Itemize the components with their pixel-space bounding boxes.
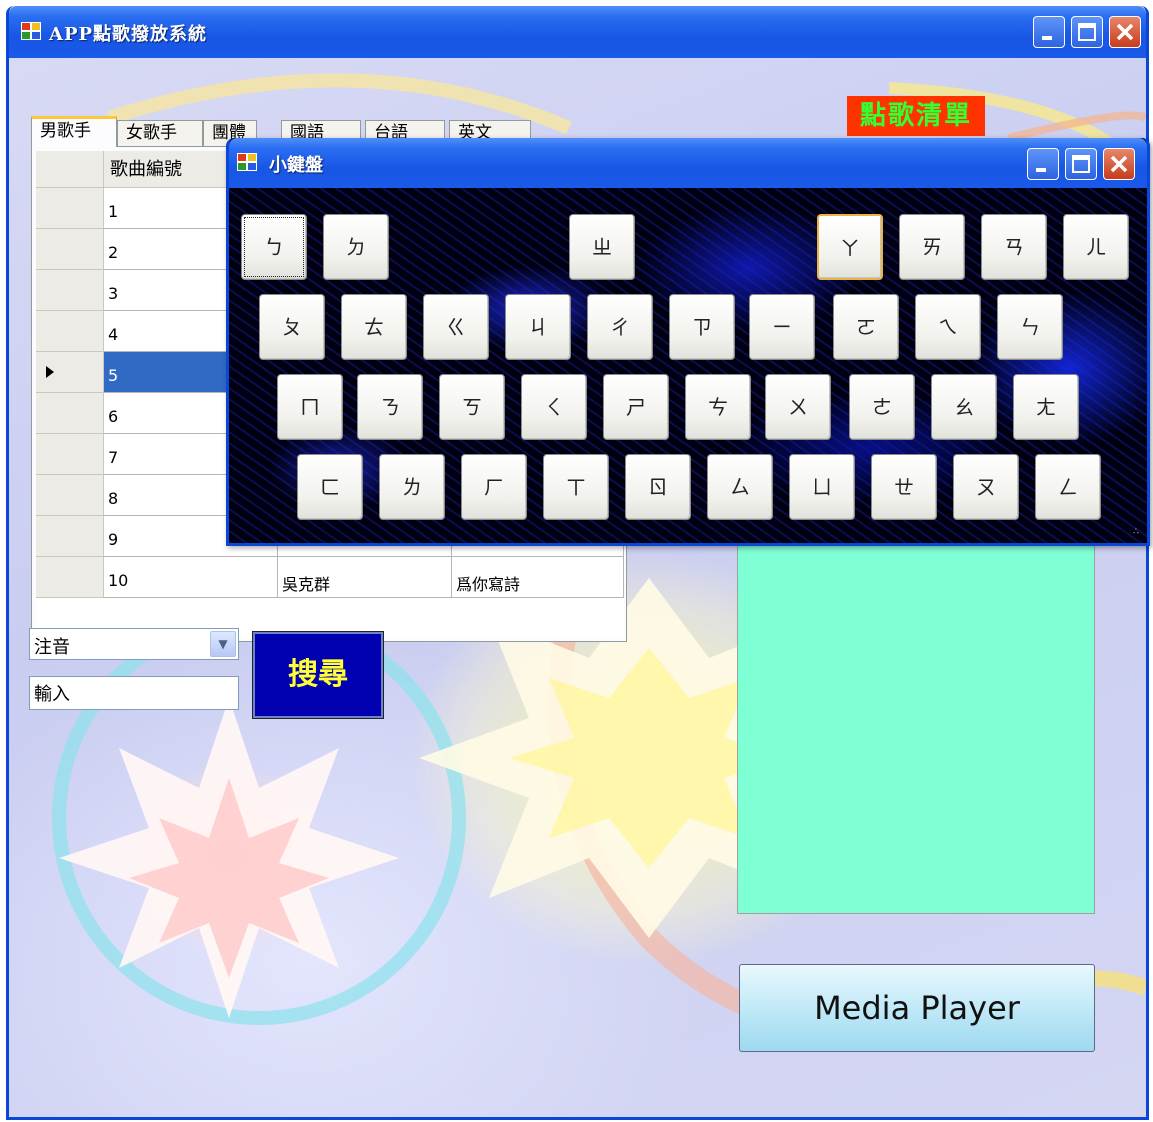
playlist-title: 點歌清單	[847, 96, 985, 136]
key-button[interactable]: ㄚ	[817, 214, 883, 280]
app-icon	[21, 22, 41, 40]
keyboard-maximize-button[interactable]	[1065, 148, 1097, 180]
row-pointer-icon[interactable]	[36, 352, 104, 393]
maximize-button[interactable]	[1071, 16, 1103, 48]
key-button[interactable]: ㄉ	[323, 214, 389, 280]
key-button[interactable]: ㄌ	[379, 454, 445, 520]
main-titlebar[interactable]: APP點歌撥放系統	[9, 6, 1146, 58]
key-button[interactable]: ㄑ	[521, 374, 587, 440]
key-button[interactable]: ㄕ	[603, 374, 669, 440]
close-icon	[1110, 155, 1128, 173]
minimize-icon	[1042, 36, 1052, 40]
row-header[interactable]	[36, 475, 104, 516]
tab-female-singer[interactable]: 女歌手	[117, 120, 203, 146]
row-header[interactable]	[36, 188, 104, 229]
minimize-icon	[1036, 168, 1046, 172]
key-button[interactable]: ㄢ	[981, 214, 1047, 280]
key-button[interactable]: ㄏ	[461, 454, 527, 520]
key-button[interactable]: ㄙ	[707, 454, 773, 520]
key-button[interactable]: ㄆ	[259, 294, 325, 360]
dropdown-arrow-icon[interactable]: ▼	[210, 631, 236, 657]
key-button[interactable]: ㄠ	[931, 374, 997, 440]
key-button[interactable]: ㄎ	[439, 374, 505, 440]
key-button[interactable]: ㄊ	[341, 294, 407, 360]
table-cell[interactable]: 爲你寫詩	[452, 557, 624, 598]
key-button[interactable]: ㄍ	[423, 294, 489, 360]
key-button[interactable]: ㄖ	[625, 454, 691, 520]
media-player-button[interactable]: Media Player	[739, 964, 1095, 1052]
keyboard-window: 小鍵盤 ㄅㄉ ㄓ ㄚㄞㄢㄦㄆㄊㄍㄐㄔㄗㄧㄛㄟㄣㄇㄋㄎㄑㄕㄘㄨㄜㄠㄤㄈㄌㄏㄒㄖㄙㄩㄝㄡ…	[226, 138, 1150, 546]
close-icon	[1116, 23, 1134, 41]
tab-male-singer[interactable]: 男歌手	[31, 116, 117, 147]
key-button[interactable]: ㄩ	[789, 454, 855, 520]
key-button[interactable]: ㄧ	[749, 294, 815, 360]
search-mode-select[interactable]: 注音 ▼	[29, 628, 239, 660]
key-button[interactable]: ㄓ	[569, 214, 635, 280]
key-button[interactable]: ㄤ	[1013, 374, 1079, 440]
table-cell[interactable]: 10	[104, 557, 278, 598]
key-button[interactable]: ㄥ	[1035, 454, 1101, 520]
grid-corner-header	[36, 151, 104, 188]
key-button[interactable]: ㄋ	[357, 374, 423, 440]
maximize-icon	[1072, 155, 1090, 173]
minimize-button[interactable]	[1033, 16, 1065, 48]
key-button[interactable]: ㄦ	[1063, 214, 1129, 280]
window-title: APP點歌撥放系統	[49, 24, 208, 45]
key-button[interactable]: ㄞ	[899, 214, 965, 280]
key-button[interactable]: ㄈ	[297, 454, 363, 520]
key-button[interactable]: ㄔ	[587, 294, 653, 360]
keyboard-title: 小鍵盤	[269, 155, 323, 176]
key-button[interactable]: ㄨ	[765, 374, 831, 440]
row-header[interactable]	[36, 311, 104, 352]
row-header[interactable]	[36, 270, 104, 311]
playlist-box[interactable]	[737, 538, 1095, 914]
row-header[interactable]	[36, 557, 104, 598]
key-button[interactable]: ㄝ	[871, 454, 937, 520]
table-cell[interactable]: 吳克群	[278, 557, 452, 598]
key-button[interactable]: ㄡ	[953, 454, 1019, 520]
keyboard-close-button[interactable]	[1103, 148, 1135, 180]
key-button[interactable]: ㄅ	[241, 214, 307, 280]
key-button[interactable]: ㄘ	[685, 374, 751, 440]
key-button[interactable]: ㄇ	[277, 374, 343, 440]
key-button[interactable]: ㄐ	[505, 294, 571, 360]
key-button[interactable]: ㄣ	[997, 294, 1063, 360]
key-button[interactable]: ㄗ	[669, 294, 735, 360]
row-header[interactable]	[36, 393, 104, 434]
search-button[interactable]: 搜尋	[252, 631, 384, 719]
search-mode-value: 注音	[34, 637, 70, 658]
row-header[interactable]	[36, 229, 104, 270]
keyboard-minimize-button[interactable]	[1027, 148, 1059, 180]
resize-grip-icon[interactable]: ∴	[1133, 528, 1145, 541]
key-button[interactable]: ㄟ	[915, 294, 981, 360]
row-header[interactable]	[36, 516, 104, 557]
keyboard-body: ㄅㄉ ㄓ ㄚㄞㄢㄦㄆㄊㄍㄐㄔㄗㄧㄛㄟㄣㄇㄋㄎㄑㄕㄘㄨㄜㄠㄤㄈㄌㄏㄒㄖㄙㄩㄝㄡㄥ ∴	[229, 188, 1147, 543]
close-button[interactable]	[1109, 16, 1141, 48]
key-button[interactable]: ㄜ	[849, 374, 915, 440]
keyboard-titlebar[interactable]: 小鍵盤	[229, 138, 1147, 188]
row-header[interactable]	[36, 434, 104, 475]
maximize-icon	[1078, 23, 1096, 41]
key-button[interactable]: ㄒ	[543, 454, 609, 520]
table-row[interactable]: 10 吳克群 爲你寫詩	[36, 557, 624, 598]
search-input[interactable]: 輸入	[29, 676, 239, 710]
key-button[interactable]: ㄛ	[833, 294, 899, 360]
app-icon	[237, 153, 257, 171]
